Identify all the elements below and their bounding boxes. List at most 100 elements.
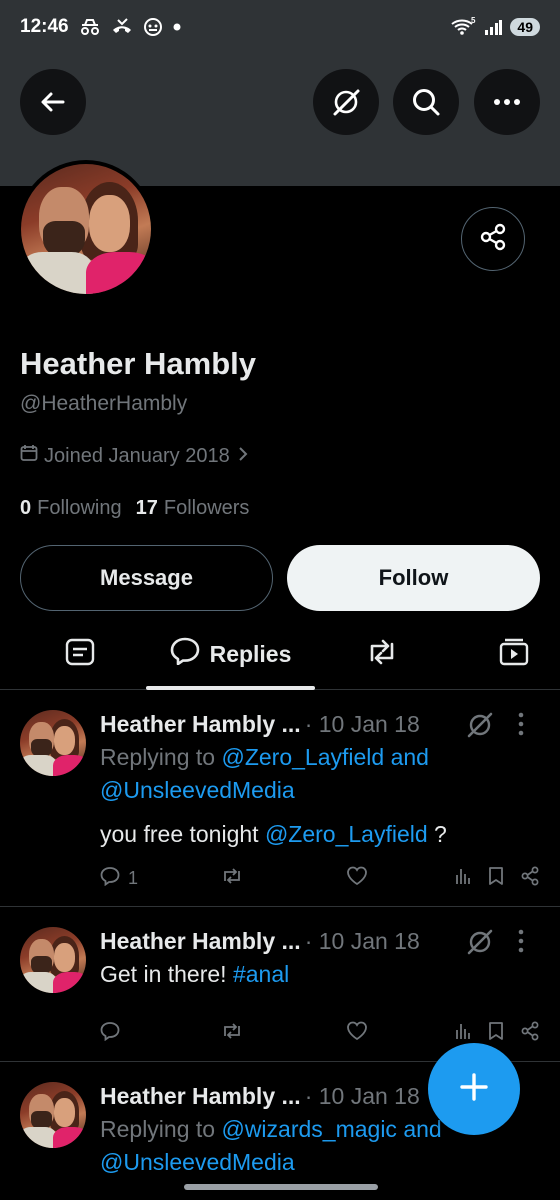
like-button[interactable] (346, 866, 368, 891)
grok-icon[interactable] (465, 927, 495, 962)
tweet-header: Heather Hambly ... · 10 Jan 18 (100, 928, 420, 955)
back-button[interactable] (20, 69, 86, 135)
tweet-author-name[interactable]: Heather Hambly ... (100, 928, 301, 955)
incognito-icon (79, 18, 101, 36)
tweet-author-name[interactable]: Heather Hambly ... (100, 1083, 301, 1110)
profile-name: Heather Hambly (20, 346, 257, 381)
profile-avatar[interactable] (17, 160, 155, 298)
plus-icon (458, 1071, 490, 1108)
gesture-home-bar[interactable] (184, 1184, 378, 1190)
message-button[interactable]: Message (20, 545, 273, 611)
followers-count: 17 (135, 497, 158, 519)
reply-count: 1 (128, 868, 139, 888)
signal-icon (484, 19, 503, 35)
tab-reposts[interactable] (342, 618, 422, 690)
retweet-icon (220, 866, 244, 891)
following-label: Following (37, 497, 122, 519)
media-icon (499, 638, 529, 671)
heart-icon (346, 1021, 368, 1046)
tweet-avatar[interactable] (20, 710, 86, 776)
tab-media[interactable] (474, 618, 554, 690)
followers-link[interactable]: 17 Followers (136, 497, 250, 520)
retweet-icon (220, 1021, 244, 1046)
tweet-date: · 10 Jan 18 (304, 928, 420, 954)
tweet-avatar[interactable] (20, 927, 86, 993)
status-bar: 12:46 5 49 (0, 0, 560, 54)
replying-to-line: Replying to @wizards_magic and (100, 1116, 442, 1143)
posts-icon (65, 638, 95, 671)
tweet-item[interactable]: Heather Hambly ... · 10 Jan 18 Get in th… (0, 907, 560, 1062)
following-link[interactable]: 0 Following (20, 497, 122, 520)
status-time: 12:46 (20, 16, 69, 37)
replying-to-prefix: Replying to (100, 1116, 222, 1142)
arrow-left-icon (39, 88, 67, 116)
notification-dot-icon (173, 23, 181, 31)
replying-to-line: Replying to @Zero_Layfield and (100, 744, 429, 771)
profile-tabs: Replies (0, 618, 560, 690)
share-profile-button[interactable] (461, 207, 525, 271)
follow-button[interactable]: Follow (287, 545, 540, 611)
replying-to-line-2: @UnsleevedMedia (100, 777, 295, 804)
wifi-generation: 5 (471, 17, 476, 25)
like-button[interactable] (346, 1021, 368, 1046)
joined-label: Joined January 2018 (44, 444, 230, 467)
bookmark-button[interactable] (488, 866, 504, 891)
compose-button[interactable] (428, 1043, 520, 1135)
views-button[interactable] (455, 866, 473, 891)
tweet-header: Heather Hambly ... · 10 Jan 18 (100, 711, 420, 738)
calendar-icon (20, 444, 38, 468)
share-button[interactable] (520, 1021, 540, 1046)
replying-to-line-2: @UnsleevedMedia (100, 1149, 295, 1176)
more-options-button[interactable] (474, 69, 540, 135)
followers-label: Followers (163, 497, 250, 519)
more-vertical-icon[interactable] (517, 929, 525, 958)
grok-button[interactable] (313, 69, 379, 135)
profile-handle: @HeatherHambly (20, 392, 188, 415)
replying-to-link[interactable]: @wizards_magic and (221, 1116, 441, 1142)
tweet-author-name[interactable]: Heather Hambly ... (100, 711, 301, 738)
tweet-item[interactable]: Heather Hambly ... · 10 Jan 18 Replying … (0, 690, 560, 907)
joined-date[interactable]: Joined January 2018 (20, 444, 250, 468)
tweet-header: Heather Hambly ... · 10 Jan 18 (100, 1083, 420, 1110)
app-notification-icon (143, 17, 163, 37)
grok-icon (329, 85, 363, 119)
share-icon (520, 1021, 540, 1046)
reply-icon (100, 1021, 120, 1046)
retweet-button[interactable] (220, 1021, 244, 1046)
tab-posts[interactable] (40, 618, 120, 690)
replying-to-link[interactable]: @UnsleevedMedia (100, 777, 295, 803)
share-icon (520, 866, 540, 891)
search-button[interactable] (393, 69, 459, 135)
mention-link[interactable]: @Zero_Layfield (265, 821, 428, 847)
tweet-text-suffix: ? (427, 821, 447, 847)
bookmark-icon (488, 1021, 504, 1046)
grok-icon[interactable] (465, 710, 495, 745)
bookmark-button[interactable] (488, 1021, 504, 1046)
replying-to-link[interactable]: @Zero_Layfield and (221, 744, 428, 770)
tweet-text-prefix: Get in there! (100, 961, 233, 987)
reply-button[interactable] (100, 1021, 120, 1046)
missed-call-icon (111, 18, 133, 36)
tweet-text-prefix: you free tonight (100, 821, 265, 847)
hashtag-link[interactable]: #anal (233, 961, 289, 987)
bookmark-icon (488, 866, 504, 891)
wifi-icon: 5 (450, 17, 476, 37)
tweet-date: · 10 Jan 18 (304, 711, 420, 737)
replying-to-prefix: Replying to (100, 744, 222, 770)
reply-icon (170, 637, 200, 671)
battery-level: 49 (510, 18, 540, 36)
chevron-right-icon (236, 445, 250, 468)
tweet-text: Get in there! #anal (100, 961, 289, 988)
tweet-actions: 1 (100, 866, 545, 892)
retweet-button[interactable] (220, 866, 244, 891)
retweet-icon (365, 638, 399, 671)
tweet-date: · 10 Jan 18 (304, 1083, 420, 1109)
replying-to-link[interactable]: @UnsleevedMedia (100, 1149, 295, 1175)
tab-replies[interactable]: Replies (146, 618, 315, 690)
tweet-avatar[interactable] (20, 1082, 86, 1148)
search-icon (410, 86, 442, 118)
reply-button[interactable]: 1 (100, 866, 138, 891)
share-button[interactable] (520, 866, 540, 891)
more-vertical-icon[interactable] (517, 712, 525, 741)
views-icon (455, 866, 473, 891)
